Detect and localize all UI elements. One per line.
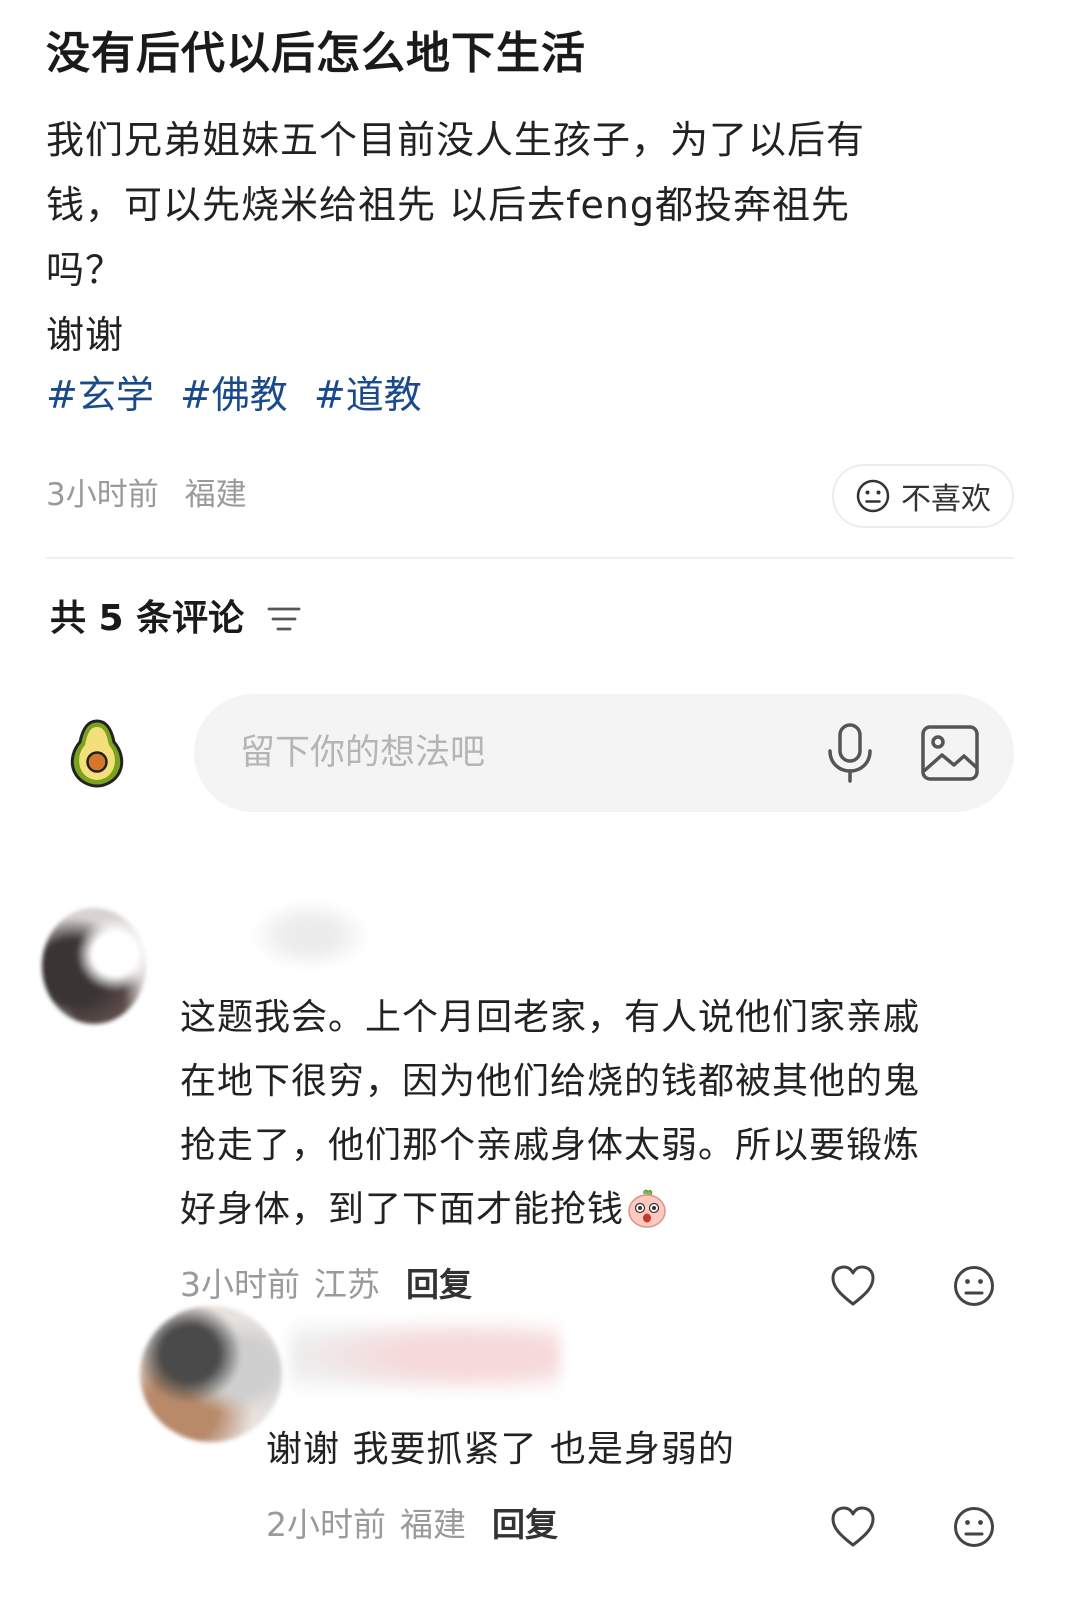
comment-input[interactable] xyxy=(240,724,800,782)
post-body-line: 钱，可以先烧米给祖先 以后去feng都投奔祖先 xyxy=(46,183,851,227)
avatar[interactable] xyxy=(140,1306,282,1442)
reply-comment-text: 谢谢 我要抓紧了 也是身弱的 xyxy=(266,1429,735,1470)
comment-text: 这题我会。上个月回老家，有人说他们家亲戚 在地下很穷，因为他们给烧的钱都被其他的… xyxy=(180,986,1020,1242)
post-meta: 3小时前 福建 xyxy=(46,472,263,518)
tag-link[interactable]: #道教 xyxy=(314,373,422,417)
post-body-line: 吗？ xyxy=(46,248,125,292)
reply-button[interactable]: 回复 xyxy=(492,1502,558,1548)
username-blurred xyxy=(290,1316,560,1396)
comment-meta: 2小时前 福建 回复 xyxy=(266,1502,558,1548)
heart-icon[interactable] xyxy=(830,1505,876,1549)
comment-time: 3小时前 xyxy=(180,1265,300,1304)
heart-icon[interactable] xyxy=(830,1264,876,1308)
tag-list: #玄学 #佛教 #道教 xyxy=(46,365,436,425)
comment-line: 在地下很穷，因为他们给烧的钱都被其他的鬼 xyxy=(180,1061,921,1102)
avocado-icon xyxy=(70,719,124,788)
dislike-label: 不喜欢 xyxy=(901,482,991,517)
image-icon[interactable] xyxy=(920,724,980,782)
comments-header: 共 5 条评论 xyxy=(50,594,302,644)
comment-line: 这题我会。上个月回老家，有人说他们家亲戚 xyxy=(180,997,921,1038)
comment-time: 2小时前 xyxy=(266,1505,386,1544)
post-body: 我们兄弟姐妹五个目前没人生孩子，为了以后有 钱，可以先烧米给祖先 以后去feng… xyxy=(46,108,1026,368)
comment-line: 抢走了，他们那个亲戚身体太弱。所以要锻炼 xyxy=(180,1125,921,1166)
tag-link[interactable]: #佛教 xyxy=(180,373,288,417)
comment-location: 福建 xyxy=(400,1505,466,1544)
meh-face-icon xyxy=(856,479,890,513)
post-body-line: 我们兄弟姐妹五个目前没人生孩子，为了以后有 xyxy=(46,118,866,162)
avatar[interactable] xyxy=(42,908,146,1024)
divider xyxy=(46,557,1014,559)
meh-face-icon[interactable] xyxy=(952,1505,996,1549)
filter-lines-icon[interactable] xyxy=(266,604,302,634)
post-body-line: 谢谢 xyxy=(46,313,125,357)
comment-line-last: 好身体，到了下面才能抢钱 xyxy=(180,1178,1020,1242)
comment-input-box[interactable] xyxy=(194,694,1014,812)
tag-link[interactable]: #玄学 xyxy=(46,373,154,417)
dislike-button[interactable]: 不喜欢 xyxy=(832,464,1014,528)
username-blurred xyxy=(250,900,370,970)
comment-meta: 3小时前 江苏 回复 xyxy=(180,1262,472,1308)
comment-location: 江苏 xyxy=(314,1265,380,1304)
post-time: 3小时前 xyxy=(46,477,159,513)
comments-count: 共 5 条评论 xyxy=(50,598,245,639)
post-location: 福建 xyxy=(184,477,247,513)
comment-line: 好身体，到了下面才能抢钱 xyxy=(180,1189,625,1230)
mic-icon[interactable] xyxy=(824,722,876,784)
post-page: 没有后代以后怎么地下生活 我们兄弟姐妹五个目前没人生孩子，为了以后有 钱，可以先… xyxy=(0,0,1080,1600)
shocked-face-emoji xyxy=(628,1189,666,1228)
meh-face-icon[interactable] xyxy=(952,1264,996,1308)
post-title: 没有后代以后怎么地下生活 xyxy=(46,28,586,79)
reply-button[interactable]: 回复 xyxy=(406,1262,472,1308)
